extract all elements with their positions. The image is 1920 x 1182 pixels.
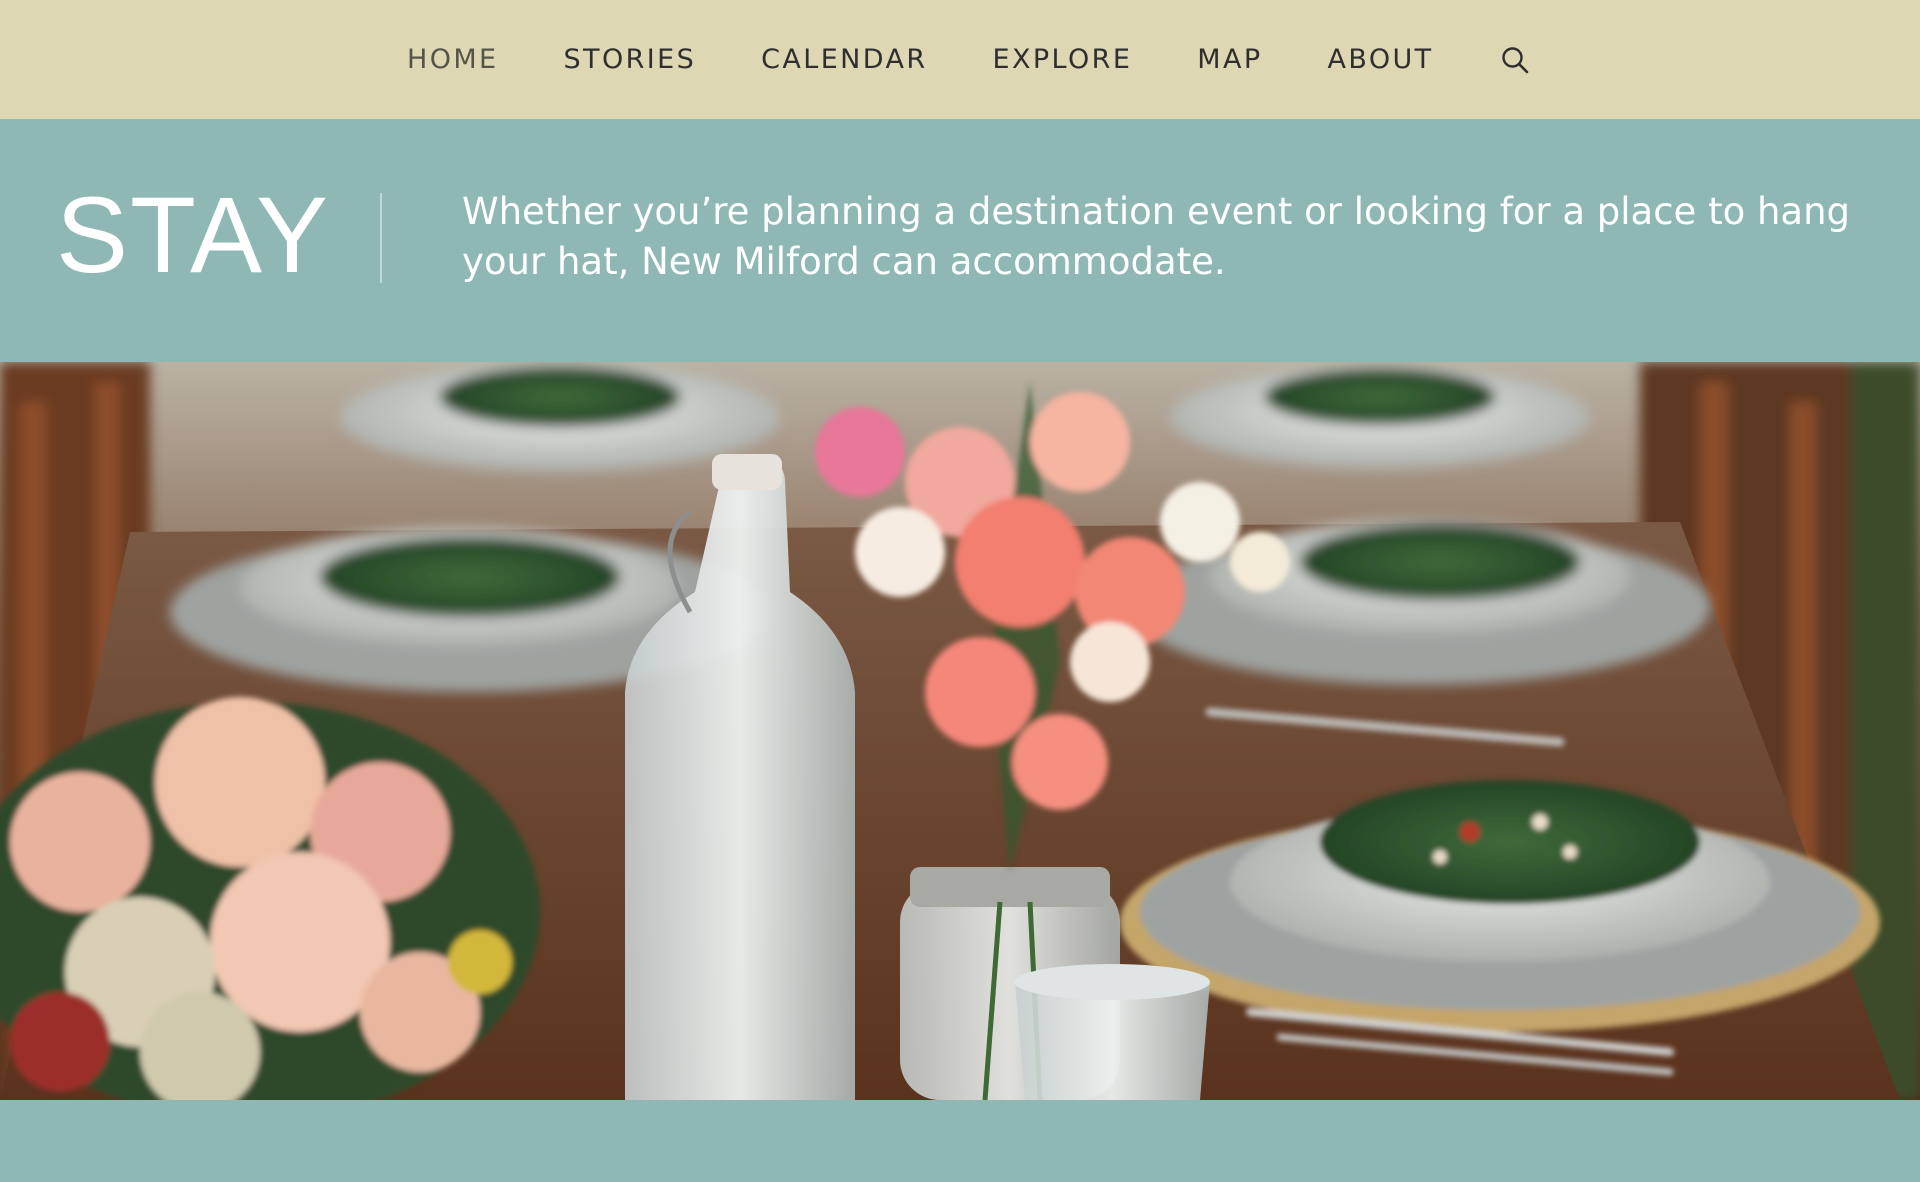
main-menu: HOME STORIES CALENDAR EXPLORE MAP ABOUT xyxy=(407,0,1531,119)
nav-item-stories[interactable]: STORIES xyxy=(564,44,697,75)
search-button[interactable] xyxy=(1499,44,1531,76)
table-setting-photo xyxy=(0,362,1920,1100)
title-divider xyxy=(380,193,382,283)
nav-item-home[interactable]: HOME xyxy=(407,44,499,75)
page-tagline: Whether you’re planning a destination ev… xyxy=(462,190,1851,283)
nav-item-calendar[interactable]: CALENDAR xyxy=(761,44,927,75)
nav-item-explore[interactable]: EXPLORE xyxy=(993,44,1133,75)
search-icon xyxy=(1501,46,1528,73)
page-title: STAY xyxy=(56,174,331,295)
top-navigation: HOME STORIES CALENDAR EXPLORE MAP ABOUT xyxy=(0,0,1920,119)
bottom-band xyxy=(0,1100,1920,1182)
stay-intro-section: STAY Whether you’re planning a destinati… xyxy=(0,119,1920,362)
nav-item-about[interactable]: ABOUT xyxy=(1328,44,1434,75)
hero-image-table-setting xyxy=(0,362,1920,1100)
nav-item-map[interactable]: MAP xyxy=(1197,44,1262,75)
